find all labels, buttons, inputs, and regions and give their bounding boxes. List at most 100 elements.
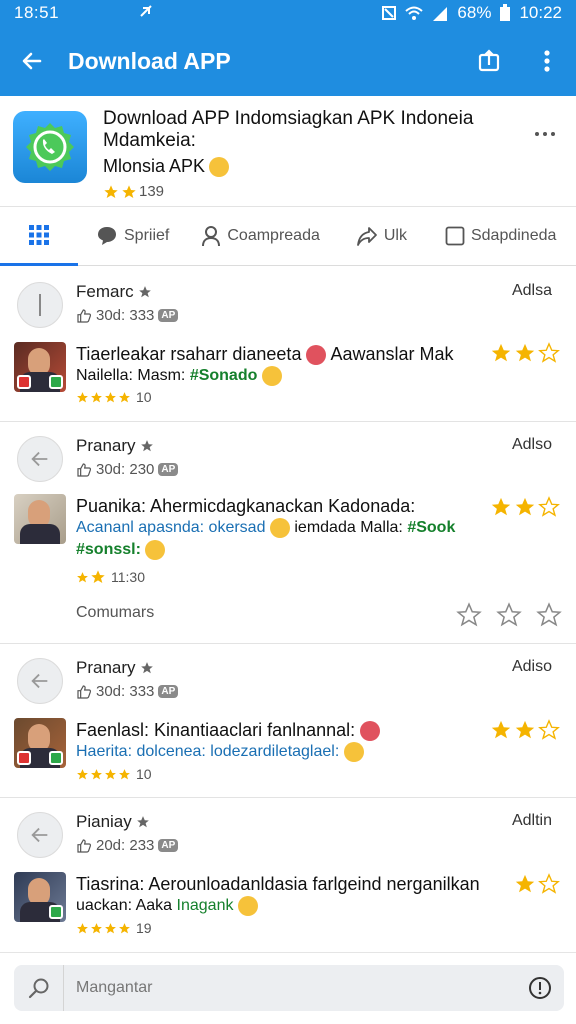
star-icon bbox=[138, 286, 151, 298]
search-icon[interactable] bbox=[14, 965, 64, 1011]
hashtag[interactable]: Inagank bbox=[177, 897, 234, 914]
star-icon bbox=[77, 391, 88, 402]
review-thumbnail bbox=[14, 872, 66, 922]
star-icon bbox=[140, 662, 153, 674]
star-icon bbox=[91, 570, 105, 583]
more-options-button[interactable] bbox=[518, 26, 576, 96]
review-meta-text: 20d: 233 bbox=[96, 837, 155, 854]
tab-ulk[interactable]: Ulk bbox=[348, 206, 415, 266]
hashtag[interactable]: #Sook bbox=[407, 519, 455, 536]
share-icon bbox=[478, 49, 500, 72]
grid-icon bbox=[29, 224, 49, 245]
review-link[interactable]: Acananl apasnda: okersad bbox=[76, 519, 265, 536]
hashtag[interactable]: #Sonado bbox=[190, 367, 258, 384]
review-item[interactable]: Pranary 30d: 230 AP Adlso Puanika: Aherm… bbox=[0, 422, 576, 644]
review-text: Faenlasl: Kinantiaaclari fanlnannal: Hae… bbox=[76, 719, 486, 763]
divider-icon bbox=[39, 294, 41, 316]
review-action[interactable]: Adiso bbox=[512, 658, 552, 676]
signal-icon bbox=[431, 5, 449, 21]
back-arrow-icon bbox=[31, 673, 48, 689]
review-text: Tiasrina: Aerounloadanldasia farlgeind n… bbox=[76, 873, 516, 917]
review-action[interactable]: Adlso bbox=[512, 436, 552, 454]
rating-stars bbox=[490, 342, 560, 364]
thumb-up-icon bbox=[77, 838, 92, 853]
star-icon bbox=[77, 922, 88, 933]
tab-label-spriief: Spriief bbox=[124, 227, 170, 244]
review-meta: 30d: 333 AP bbox=[76, 307, 179, 324]
small-rating-value: 10 bbox=[136, 766, 152, 782]
review-text-line1: Tiaerleakar rsaharr dianeeta bbox=[76, 344, 302, 364]
reviewer-name: Pranary bbox=[76, 436, 136, 455]
review-list: Femarc 30d: 333 AP Adlsa Tiaerleakar rsa… bbox=[0, 266, 576, 952]
tab-bar: Spriief Coampreada Ulk Sdapdineda bbox=[0, 206, 576, 266]
rating-stars bbox=[490, 719, 560, 741]
star-icon bbox=[91, 391, 102, 402]
star-icon bbox=[119, 768, 130, 779]
avatar bbox=[17, 436, 63, 482]
app-bar: Download APP bbox=[0, 26, 576, 96]
star-outline-icon[interactable] bbox=[496, 602, 522, 628]
star-icon bbox=[122, 184, 136, 198]
tab-grid[interactable] bbox=[0, 206, 78, 266]
page-title: Download APP bbox=[68, 47, 231, 74]
comments-label[interactable]: Comumars bbox=[76, 604, 154, 622]
star-icon bbox=[91, 768, 102, 779]
tab-spriief[interactable]: Spriief bbox=[88, 206, 177, 266]
thumb-up-icon bbox=[77, 462, 92, 477]
smile-emoji-icon bbox=[237, 895, 258, 916]
tab-sdapdineda[interactable]: Sdapdineda bbox=[437, 206, 564, 266]
review-item[interactable]: Femarc 30d: 333 AP Adlsa Tiaerleakar rsa… bbox=[0, 266, 576, 422]
nfc-icon bbox=[381, 5, 397, 21]
bottom-search-bar bbox=[0, 952, 576, 1024]
rating-count: 139 bbox=[139, 183, 165, 200]
review-meta: 30d: 230 AP bbox=[76, 461, 179, 478]
star-icon bbox=[515, 720, 535, 739]
star-icon bbox=[515, 874, 535, 893]
search-input[interactable] bbox=[64, 965, 516, 1011]
review-action[interactable]: Adlsa bbox=[512, 282, 552, 300]
reviewer-name-row: Pranary bbox=[76, 436, 154, 456]
tab-coampreada[interactable]: Coampreada bbox=[193, 206, 328, 266]
chat-bubble-icon bbox=[98, 227, 116, 245]
hashtag[interactable]: #sonssl: bbox=[76, 541, 141, 558]
avatar bbox=[17, 812, 63, 858]
share-button[interactable] bbox=[460, 26, 518, 96]
star-icon bbox=[119, 922, 130, 933]
battery-percent: 68% bbox=[457, 3, 492, 22]
star-outline-icon[interactable] bbox=[456, 602, 482, 628]
app-more-button[interactable] bbox=[532, 124, 558, 144]
rate-stars[interactable] bbox=[456, 602, 562, 628]
reviewer-name: Femarc bbox=[76, 282, 134, 301]
checkbox-icon bbox=[445, 226, 465, 246]
star-icon bbox=[77, 768, 88, 779]
review-action[interactable]: Adltin bbox=[512, 812, 552, 830]
smile-emoji-icon bbox=[261, 366, 282, 387]
review-text-line1b: Aawanslar Mak bbox=[330, 344, 454, 364]
review-thumbnail bbox=[14, 342, 66, 392]
battery-icon bbox=[499, 4, 511, 22]
ap-badge: AP bbox=[158, 839, 179, 852]
tab-label-sdapdineda: Sdapdineda bbox=[470, 227, 557, 244]
review-thumbnail bbox=[14, 718, 66, 768]
status-bar: 18:51 68% 10:22 bbox=[0, 0, 576, 26]
rating-stars bbox=[514, 873, 560, 895]
small-rating: 10 bbox=[76, 766, 152, 782]
app-subtitle: Mlonsia APK bbox=[103, 156, 206, 176]
more-vert-icon bbox=[544, 50, 550, 72]
star-outline-icon[interactable] bbox=[536, 602, 562, 628]
heart-face-emoji-icon bbox=[360, 721, 381, 742]
review-link[interactable]: Haerita: dolcenea: lodezardiletaglael: bbox=[76, 743, 339, 760]
review-meta-text: 30d: 333 bbox=[96, 307, 155, 324]
review-item[interactable]: Pianiay 20d: 233 AP Adltin Tiasrina: Aer… bbox=[0, 798, 576, 952]
reviewer-name-row: Femarc bbox=[76, 282, 152, 302]
back-button[interactable] bbox=[0, 26, 64, 96]
star-icon bbox=[91, 922, 102, 933]
back-arrow-icon bbox=[22, 52, 42, 70]
reviewer-name: Pranary bbox=[76, 658, 136, 677]
star-icon bbox=[491, 343, 511, 362]
review-item[interactable]: Pranary 30d: 333 AP Adiso Faenlasl: Kina… bbox=[0, 644, 576, 798]
review-text-line1: Faenlasl: Kinantiaaclari fanlnannal: bbox=[76, 720, 356, 740]
star-icon bbox=[136, 816, 149, 828]
heart-face-emoji-icon bbox=[306, 345, 327, 366]
alert-icon[interactable] bbox=[516, 965, 564, 1011]
